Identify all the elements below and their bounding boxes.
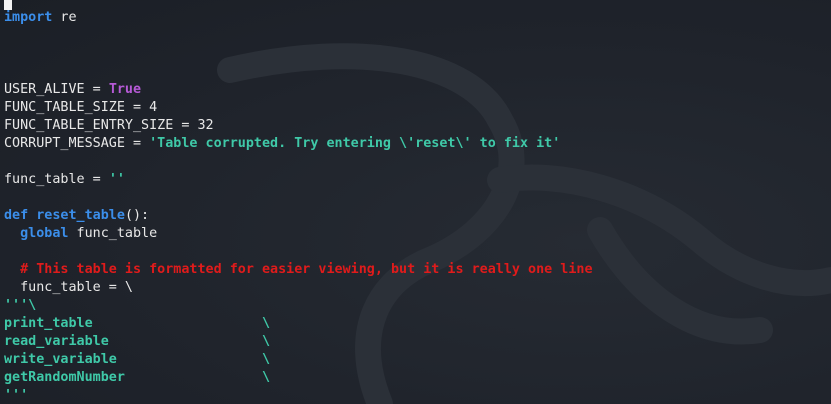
code-token: import <box>4 10 53 25</box>
code-token: write_variable \ <box>4 352 271 367</box>
code-token: # This table is formatted for easier vie… <box>20 262 593 277</box>
code-token: CORRUPT_MESSAGE = <box>4 136 150 151</box>
code-token: ''' <box>4 388 29 403</box>
code-token: func_table <box>68 226 158 241</box>
code-token: func_table = \ <box>4 280 133 295</box>
code-line: read_variable \ <box>4 333 593 351</box>
code-token: global <box>20 226 69 241</box>
code-line: def reset_table(): <box>4 207 593 225</box>
terminal-window[interactable]: import re USER_ALIVE = True FUNC_TABLE_SI… <box>0 0 831 404</box>
code-line: print_table \ <box>4 315 593 333</box>
code-line: write_variable \ <box>4 351 593 369</box>
code-editor[interactable]: import re USER_ALIVE = True FUNC_TABLE_SI… <box>4 9 593 404</box>
code-token: '' <box>108 172 125 187</box>
code-token: FUNC_TABLE_SIZE = 4 <box>4 100 158 115</box>
code-line: '''\ <box>4 297 593 315</box>
code-token: read_variable \ <box>4 334 271 349</box>
code-line: # This table is formatted for easier vie… <box>4 261 593 279</box>
code-token: print_table \ <box>4 316 271 331</box>
code-line: func_table = '' <box>4 171 593 189</box>
code-line: CORRUPT_MESSAGE = 'Table corrupted. Try … <box>4 135 593 153</box>
code-line: import re <box>4 9 593 27</box>
code-token: 'Table corrupted. Try entering \'reset\'… <box>149 136 561 151</box>
code-token: def <box>4 208 29 223</box>
code-token: func_table = <box>4 172 109 187</box>
code-line: getRandomNumber \ <box>4 369 593 387</box>
code-line: func_table = \ <box>4 279 593 297</box>
code-token: (): <box>124 208 150 223</box>
code-token: getRandomNumber \ <box>4 370 271 385</box>
code-token: USER_ALIVE = <box>4 82 109 97</box>
code-token: '''\ <box>4 298 37 313</box>
code-token: FUNC_TABLE_ENTRY_SIZE = 32 <box>4 118 214 133</box>
code-line: USER_ALIVE = True <box>4 81 593 99</box>
code-line: global func_table <box>4 225 593 243</box>
code-token: re <box>52 10 77 25</box>
code-token: reset_table <box>36 208 125 223</box>
code-line: FUNC_TABLE_ENTRY_SIZE = 32 <box>4 117 593 135</box>
code-line: ''' <box>4 387 593 404</box>
code-line: FUNC_TABLE_SIZE = 4 <box>4 99 593 117</box>
code-token: True <box>108 82 142 97</box>
